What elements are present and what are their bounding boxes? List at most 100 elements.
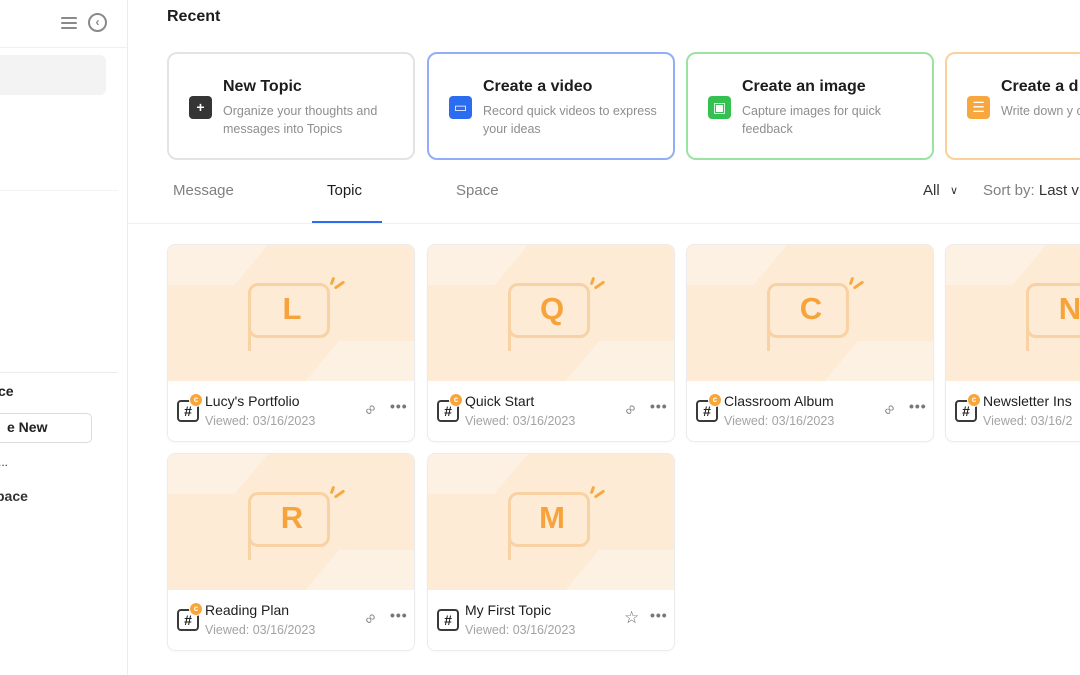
sort-label: Sort by: [983,182,1035,199]
thumbnail-decoration [288,550,414,590]
sidebar-search-box[interactable] [0,55,106,95]
sidebar-item-space[interactable]: pace [0,488,28,504]
chat-bubble-tail [248,538,251,560]
topic-card-footer: # c Lucy's Portfolio Viewed: 03/16/2023 … [168,381,414,441]
topic-name[interactable]: Newsletter Ins [983,393,1072,409]
card-description: Record quick videos to express your idea… [483,104,657,136]
topic-card-footer: # c Newsletter Ins Viewed: 03/16/2 ∞ ••• [946,381,1080,441]
card-description: Organize your thoughts and messages into… [223,104,378,136]
thumbnail-decoration [548,550,674,590]
topic-card[interactable]: M # My First Topic Viewed: 03/16/2023 ☆ … [427,453,675,651]
create-new-space-button[interactable]: e New [0,413,92,443]
topic-viewed-date: Viewed: 03/16/2023 [465,623,576,637]
thumbnail-decoration [168,245,302,285]
shared-badge-icon: c [708,393,722,407]
topic-card[interactable]: L # c Lucy's Portfolio Viewed: 03/16/202… [167,244,415,442]
link-icon[interactable]: ∞ [361,400,381,420]
topic-thumbnail: N [946,245,1080,381]
link-icon[interactable]: ∞ [361,609,381,629]
sort-value: Last v [1038,182,1079,199]
sparkle-icon [333,489,346,499]
topic-name[interactable]: Lucy's Portfolio [205,393,300,409]
image-icon: ▣ [708,96,731,119]
link-icon[interactable]: ∞ [880,400,900,420]
sidebar-header: ‹ [0,0,127,48]
shared-badge-icon: c [189,393,203,407]
more-options-icon[interactable]: ••• [650,398,668,414]
topic-initial: N [1058,291,1080,326]
tab-topic[interactable]: Topic [327,182,362,199]
link-icon[interactable]: ∞ [621,400,641,420]
sparkle-icon [848,276,855,286]
sparkle-icon [593,280,606,290]
menu-icon[interactable] [61,15,77,31]
chevron-down-icon[interactable]: ∨ [950,184,958,197]
topic-name[interactable]: My First Topic [465,602,551,618]
chat-bubble-tail [508,329,511,351]
sparkle-icon [852,280,865,290]
topic-thumbnail: M [428,454,674,590]
topic-initial: M [539,500,565,535]
tab-message[interactable]: Message [173,182,234,199]
topic-name[interactable]: Reading Plan [205,602,289,618]
sort-dropdown[interactable]: Sort by: Last v [983,182,1079,199]
sidebar-ellipsis: ... [0,455,9,469]
create-video-card[interactable]: ▭ Create a video Record quick videos to … [427,52,675,160]
thumbnail-decoration [288,341,414,381]
tab-space[interactable]: Space [456,182,499,199]
topic-viewed-date: Viewed: 03/16/2 [983,414,1073,428]
create-document-card[interactable]: ☰ Create a d Write down y create your o [945,52,1080,160]
sidebar-divider [0,372,118,373]
filter-dropdown[interactable]: All [923,182,940,199]
new-topic-card[interactable]: + New Topic Organize your thoughts and m… [167,52,415,160]
shared-badge-icon: c [449,393,463,407]
card-title: New Topic [223,78,302,95]
collapse-sidebar-icon[interactable]: ‹ [88,13,107,32]
active-tab-indicator [312,221,382,223]
video-camera-icon: ▭ [449,96,472,119]
thumbnail-decoration [1066,341,1080,381]
create-image-card[interactable]: ▣ Create an image Capture images for qui… [686,52,934,160]
topic-initial: L [282,291,302,326]
thumbnail-decoration [946,245,1080,285]
shared-badge-icon: c [967,393,981,407]
topic-initial: Q [539,291,565,326]
topic-card[interactable]: N # c Newsletter Ins Viewed: 03/16/2 ∞ •… [945,244,1080,442]
chat-bubble-tail [508,538,511,560]
more-options-icon[interactable]: ••• [390,398,408,414]
sidebar: ‹ ce e New ... pace [0,0,128,675]
topic-initial: C [799,291,823,326]
thumbnail-decoration [807,341,933,381]
topic-card-footer: # c Reading Plan Viewed: 03/16/2023 ∞ ••… [168,590,414,650]
thumbnail-decoration [428,454,562,494]
sparkle-icon [589,485,596,495]
chat-bubble-tail [1026,329,1029,351]
card-title: Create a video [483,78,593,95]
sidebar-space-heading: ce [0,383,14,399]
star-icon[interactable]: ☆ [624,608,639,628]
app: ‹ ce e New ... pace Recent + New Topic O… [0,0,1080,675]
topic-thumbnail: R [168,454,414,590]
chat-bubble-tail [767,329,770,351]
document-icon: ☰ [967,96,990,119]
topic-viewed-date: Viewed: 03/16/2023 [205,623,316,637]
chat-bubble-tail [248,329,251,351]
topic-initial: R [280,500,304,535]
topic-card[interactable]: R # c Reading Plan Viewed: 03/16/2023 ∞ … [167,453,415,651]
sparkle-icon [329,276,336,286]
shared-badge-icon: c [189,602,203,616]
thumbnail-decoration [548,341,674,381]
topic-name[interactable]: Quick Start [465,393,534,409]
thumbnail-decoration [168,454,302,494]
card-title: Create a d [1001,78,1079,95]
topic-card[interactable]: C # c Classroom Album Viewed: 03/16/2023… [686,244,934,442]
more-options-icon[interactable]: ••• [909,398,927,414]
topic-name[interactable]: Classroom Album [724,393,834,409]
more-options-icon[interactable]: ••• [650,607,668,623]
hashtag-icon: # [437,609,459,631]
sparkle-icon [333,280,346,290]
more-options-icon[interactable]: ••• [390,607,408,623]
sparkle-icon [593,489,606,499]
topic-card[interactable]: Q # c Quick Start Viewed: 03/16/2023 ∞ •… [427,244,675,442]
card-title: Create an image [742,78,866,95]
